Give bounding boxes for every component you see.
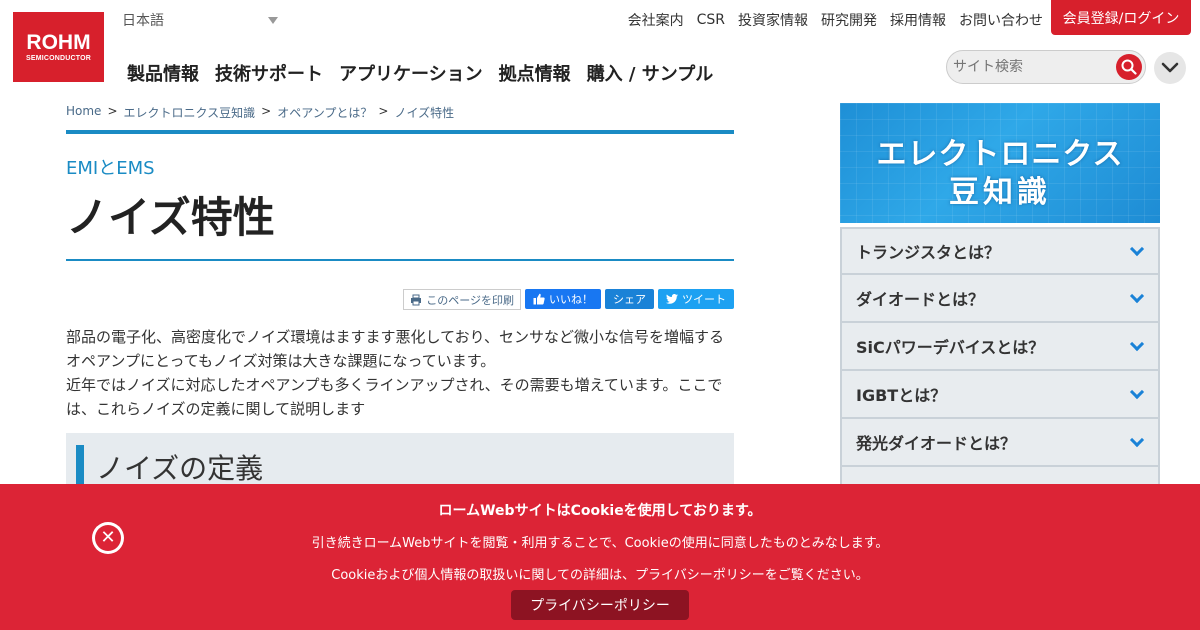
paragraph: 近年ではノイズに対応したオペアンプも多くラインアップされ、その需要も増えています… [66,376,723,418]
sidebar-item-led[interactable]: 発光ダイオードとは？ [840,419,1160,467]
breadcrumb-electronics[interactable]: エレクトロニクス豆知識 [124,104,256,121]
sidebar-menu: トランジスタとは？ ダイオードとは？ SiCパワーデバイスとは？ IGBTとは？… [840,227,1160,515]
printer-icon [411,294,422,305]
cookie-text-line1: 引き続きロームWebサイトを閲覧・利用することで、Cookieの使用に同意したも… [311,536,889,551]
breadcrumb-home[interactable]: Home [66,104,101,121]
chevron-down-icon [1129,336,1145,351]
util-nav-csr[interactable]: CSR [697,12,725,28]
heading-accent-bar [76,445,84,485]
article: EMIとEMS ノイズ特性 このページを印刷 いいね！ シェア ツイート 部品の… [66,130,734,485]
paragraph: 部品の電子化、高密度化でノイズ環境はますます悪化しており、センサなど微小な信号を… [66,328,725,370]
logo-name: ROHM [26,31,91,54]
logo-sub: SEMICONDUCTOR [25,55,92,62]
section-heading: ノイズの定義 [66,433,734,485]
main-nav-locations[interactable]: 拠点情報 [499,60,571,86]
banner-title-line2: 豆知識 [949,175,1051,210]
site-search [946,50,1146,84]
breadcrumb-opamp[interactable]: オペアンプとは？ [277,104,372,121]
sidebar-item-transistor[interactable]: トランジスタとは？ [840,227,1160,275]
member-login-button[interactable]: 会員登録/ログイン [1051,0,1191,35]
main-nav-applications[interactable]: アプリケーション [339,60,483,86]
main-nav: 製品情報 技術サポート アプリケーション 拠点情報 購入 / サンプル [127,60,713,86]
util-nav-investors[interactable]: 投資家情報 [738,10,808,30]
thumbs-up-icon [533,293,545,305]
facebook-like-button[interactable]: いいね！ [525,289,601,309]
chevron-down-icon [268,16,278,24]
breadcrumb-separator: > [378,104,389,118]
article-subtitle: EMIとEMS [66,158,155,179]
chevron-down-icon [1129,241,1145,256]
search-icon [1121,59,1137,75]
tweet-label: ツイート [682,293,726,306]
sidebar-item-label: トランジスタとは？ [856,243,1001,262]
cookie-text-line2: Cookieおよび個人情報の取扱いに関しての詳細は、プライバシーポリシーをご覧く… [331,568,869,583]
language-select[interactable]: 日本語 [122,10,282,30]
share-bar: このページを印刷 いいね！ シェア ツイート [66,289,734,311]
sidebar-item-sic[interactable]: SiCパワーデバイスとは？ [840,323,1160,371]
main-nav-products[interactable]: 製品情報 [127,60,199,86]
util-nav-company[interactable]: 会社案内 [628,10,684,30]
rohm-logo[interactable]: ROHM SEMICONDUCTOR [13,12,104,82]
divider [66,130,734,134]
sidebar-item-label: IGBTとは？ [856,386,947,405]
chevron-down-icon [1161,62,1179,73]
tweet-button[interactable]: ツイート [658,289,734,309]
breadcrumb-separator: > [261,104,272,118]
search-button[interactable] [1116,54,1142,80]
menu-toggle-button[interactable] [1154,52,1186,84]
sidebar-item-diode[interactable]: ダイオードとは？ [840,275,1160,323]
chevron-down-icon [1129,288,1145,303]
sidebar-item-igbt[interactable]: IGBTとは？ [840,371,1160,419]
print-label: このページを印刷 [426,293,514,307]
main-nav-purchase[interactable]: 購入 / サンプル [587,60,714,86]
language-label: 日本語 [122,13,164,29]
article-body: 部品の電子化、高密度化でノイズ環境はますます悪化しており、センサなど微小な信号を… [66,325,734,421]
util-nav-research[interactable]: 研究開発 [821,10,877,30]
cookie-banner: ✕ ロームWebサイトはCookieを使用しております。 引き続きロームWebサ… [0,484,1200,630]
divider [66,259,734,261]
breadcrumb: Home > エレクトロニクス豆知識 > オペアンプとは？ > ノイズ特性 [66,104,454,121]
share-button[interactable]: シェア [605,289,654,309]
page-title: ノイズ特性 [66,193,275,242]
breadcrumb-separator: > [107,104,118,118]
search-input[interactable] [953,59,1103,75]
privacy-policy-button[interactable]: プライバシーポリシー [511,590,689,620]
twitter-bird-icon [666,294,678,304]
breadcrumb-current[interactable]: ノイズ特性 [394,104,454,121]
cookie-heading: ロームWebサイトはCookieを使用しております。 [438,503,762,519]
sidebar-item-label: ダイオードとは？ [856,290,985,309]
print-button[interactable]: このページを印刷 [403,289,521,310]
util-nav-careers[interactable]: 採用情報 [890,10,946,30]
electronics-knowledge-banner[interactable]: エレクトロニクス 豆知識 [840,103,1160,223]
util-nav-contact[interactable]: お問い合わせ [959,10,1043,30]
chevron-down-icon [1129,432,1145,447]
utility-nav: 会社案内 CSR 投資家情報 研究開発 採用情報 お問い合わせ [628,10,1043,30]
like-label: いいね！ [549,293,593,306]
sidebar-item-label: SiCパワーデバイスとは？ [856,338,1045,357]
chevron-down-icon [1129,384,1145,399]
section-heading-text: ノイズの定義 [96,452,264,485]
sidebar-item-label: 発光ダイオードとは？ [856,434,1017,453]
main-nav-support[interactable]: 技術サポート [215,60,323,86]
